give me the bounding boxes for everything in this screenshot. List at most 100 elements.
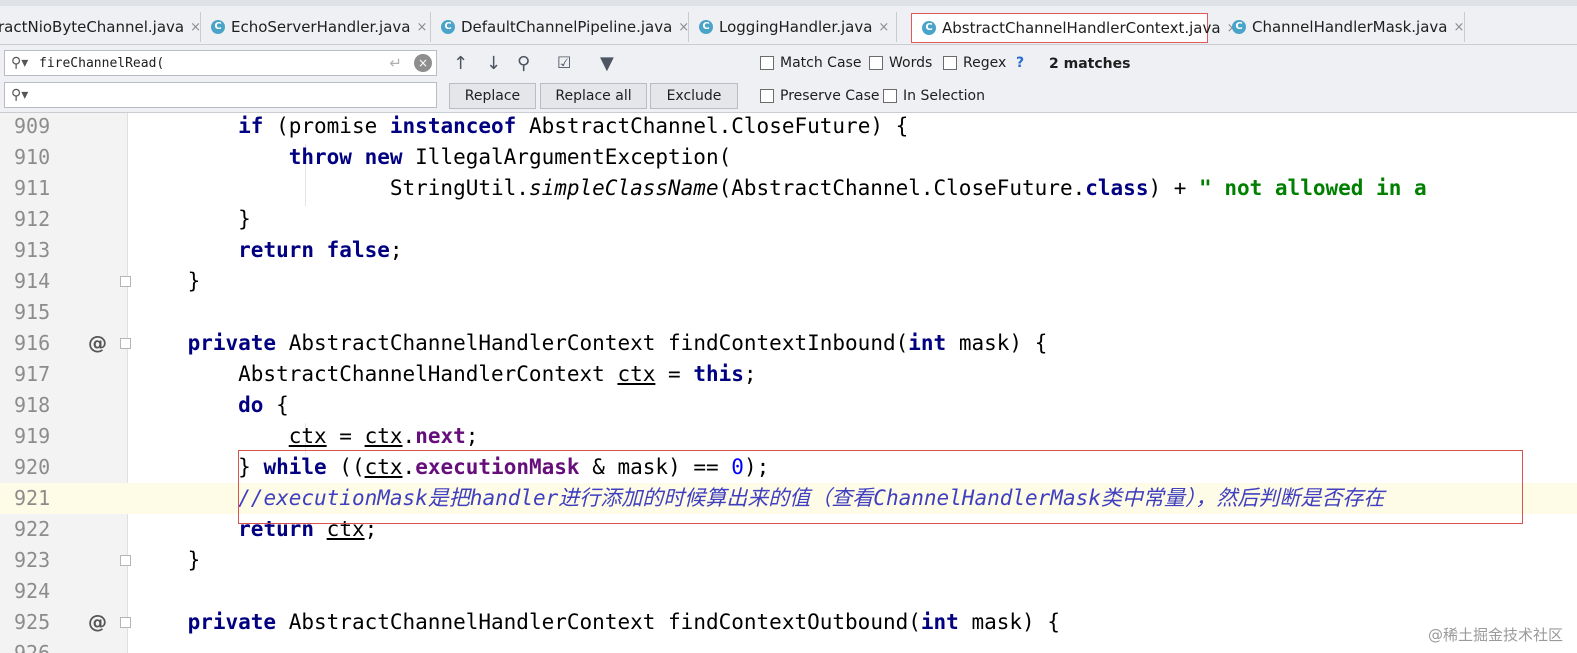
code-line-914[interactable]: 914 } (0, 266, 1577, 297)
code-line-925[interactable]: 925 @ private AbstractChannelHandlerCont… (0, 607, 1577, 638)
string-literal: " not allowed in a (1199, 176, 1427, 200)
words-checkbox[interactable]: Words (869, 55, 932, 71)
tab-logging-handler[interactable]: C LoggingHandler.java × (689, 12, 897, 42)
tab-channel-handler-mask[interactable]: C ChannelHandlerMask.java × (1222, 12, 1465, 42)
line-number: 921 (14, 486, 51, 510)
line-number: 918 (14, 393, 51, 417)
code-text: } (137, 207, 251, 231)
close-icon[interactable]: × (1453, 20, 1464, 35)
line-number: 917 (14, 362, 51, 386)
line-number: 915 (14, 300, 51, 324)
top-toolbar-strip (0, 0, 1577, 6)
tab-default-channel-pipeline[interactable]: C DefaultChannelPipeline.java × (431, 12, 689, 42)
checkbox-box[interactable] (760, 56, 774, 70)
code-line-909[interactable]: 909 if (promise instanceof AbstractChann… (0, 113, 1577, 142)
match-case-checkbox[interactable]: Match Case (760, 55, 861, 71)
new-line-icon[interactable]: ↵ (389, 54, 402, 72)
close-icon[interactable]: × (678, 20, 689, 35)
code-editor[interactable]: 909 if (promise instanceof AbstractChann… (0, 113, 1577, 653)
search-input[interactable]: fireChannelRead( (39, 56, 164, 71)
watermark: @稀土掘金技术社区 (1427, 626, 1563, 644)
regex-checkbox[interactable]: Regex (943, 55, 1006, 71)
code-line-917[interactable]: 917 AbstractChannelHandlerContext ctx = … (0, 359, 1577, 390)
line-number: 923 (14, 548, 51, 572)
code-line-911[interactable]: 911 StringUtil.simpleClassName(AbstractC… (0, 173, 1577, 204)
class-icon: C (441, 20, 455, 34)
class-icon: C (699, 20, 713, 34)
close-icon[interactable]: × (416, 20, 427, 35)
line-number: 925 (14, 610, 51, 634)
line-number: 913 (14, 238, 51, 262)
code-text: ctx = ctx.next; (288, 424, 479, 448)
search-field[interactable]: ⚲▾ fireChannelRead( ↵ × (4, 50, 437, 76)
code-line-924[interactable]: 924 (0, 576, 1577, 607)
next-occurrence-icon[interactable]: ↓ (486, 53, 501, 74)
tab-echo-server-handler[interactable]: C EchoServerHandler.java × (201, 12, 431, 42)
code-line-916[interactable]: 916 @ private AbstractChannelHandlerCont… (0, 328, 1577, 359)
select-all-occurrences-icon[interactable]: ☑ (557, 53, 571, 72)
editor-tab-bar: ractNioByteChannel.java × C EchoServerHa… (0, 0, 1577, 45)
class-icon: C (922, 21, 936, 35)
preserve-case-label: Preserve Case (780, 88, 880, 104)
in-selection-label: In Selection (903, 88, 985, 104)
line-number: 911 (14, 176, 51, 200)
code-line-926[interactable]: 926 (0, 638, 1577, 653)
regex-label: Regex (963, 55, 1007, 71)
tab-label: EchoServerHandler.java (231, 18, 411, 36)
words-label: Words (889, 55, 933, 71)
code-text: throw new IllegalArgumentException( (288, 145, 732, 169)
match-count: 2 matches (1049, 56, 1131, 72)
code-line-918[interactable]: 918 do { (0, 390, 1577, 421)
fold-end-icon[interactable] (120, 276, 131, 287)
filter-icon[interactable]: ▼ (600, 53, 614, 74)
line-number: 920 (14, 455, 51, 479)
fold-end-icon[interactable] (120, 555, 131, 566)
checkbox-box[interactable] (869, 56, 883, 70)
clear-search-icon[interactable]: × (414, 54, 432, 72)
checkbox-box[interactable] (943, 56, 957, 70)
replace-all-button[interactable]: Replace all (540, 83, 647, 109)
find-all-icon[interactable]: ⚲ (517, 53, 530, 74)
fold-start-icon[interactable] (120, 338, 131, 349)
search-history-icon[interactable]: ⚲▾ (11, 55, 28, 71)
previous-occurrence-icon[interactable]: ↑ (453, 53, 468, 74)
code-text: } (137, 548, 201, 572)
code-text: StringUtil.simpleClassName(AbstractChann… (137, 176, 1427, 200)
override-annotation-icon[interactable]: @ (88, 328, 107, 359)
line-number: 914 (14, 269, 51, 293)
code-line-919[interactable]: 919 ctx = ctx.next; (0, 421, 1577, 452)
line-number: 916 (14, 331, 51, 355)
class-icon: C (1232, 20, 1246, 34)
class-icon: C (211, 20, 225, 34)
code-text: private AbstractChannelHandlerContext fi… (187, 331, 1048, 355)
line-number: 924 (14, 579, 51, 603)
tab-label: LoggingHandler.java (719, 18, 873, 36)
override-annotation-icon[interactable]: @ (88, 607, 107, 638)
code-text: } (137, 269, 201, 293)
fold-start-icon[interactable] (120, 617, 131, 628)
code-line-910[interactable]: 910 throw new IllegalArgumentException( (0, 142, 1577, 173)
tab-abstract-channel-handler-context[interactable]: C AbstractChannelHandlerContext.java × (911, 13, 1237, 43)
code-line-923[interactable]: 923 } (0, 545, 1577, 576)
tab-label: ChannelHandlerMask.java (1252, 18, 1448, 36)
regex-help-link[interactable]: ? (1016, 55, 1024, 71)
checkbox-box[interactable] (883, 89, 897, 103)
exclude-button[interactable]: Exclude (650, 83, 738, 109)
preserve-case-checkbox[interactable]: Preserve Case (760, 88, 880, 104)
in-selection-checkbox[interactable]: In Selection (883, 88, 985, 104)
replace-button[interactable]: Replace (449, 83, 536, 109)
close-icon[interactable]: × (878, 20, 889, 35)
line-number: 919 (14, 424, 51, 448)
annotation-highlight-box (238, 450, 1523, 524)
line-number: 912 (14, 207, 51, 231)
close-icon[interactable]: × (190, 20, 201, 35)
code-line-912[interactable]: 912 } (0, 204, 1577, 235)
replace-history-icon[interactable]: ⚲▾ (11, 87, 28, 103)
replace-field[interactable]: ⚲▾ (4, 82, 437, 108)
code-line-913[interactable]: 913 return false; (0, 235, 1577, 266)
code-line-915[interactable]: 915 (0, 297, 1577, 328)
code-text: AbstractChannelHandlerContext ctx = this… (137, 362, 757, 386)
checkbox-box[interactable] (760, 89, 774, 103)
tab-abstract-nio-byte-channel[interactable]: ractNioByteChannel.java × (0, 12, 201, 42)
tab-label: DefaultChannelPipeline.java (461, 18, 673, 36)
